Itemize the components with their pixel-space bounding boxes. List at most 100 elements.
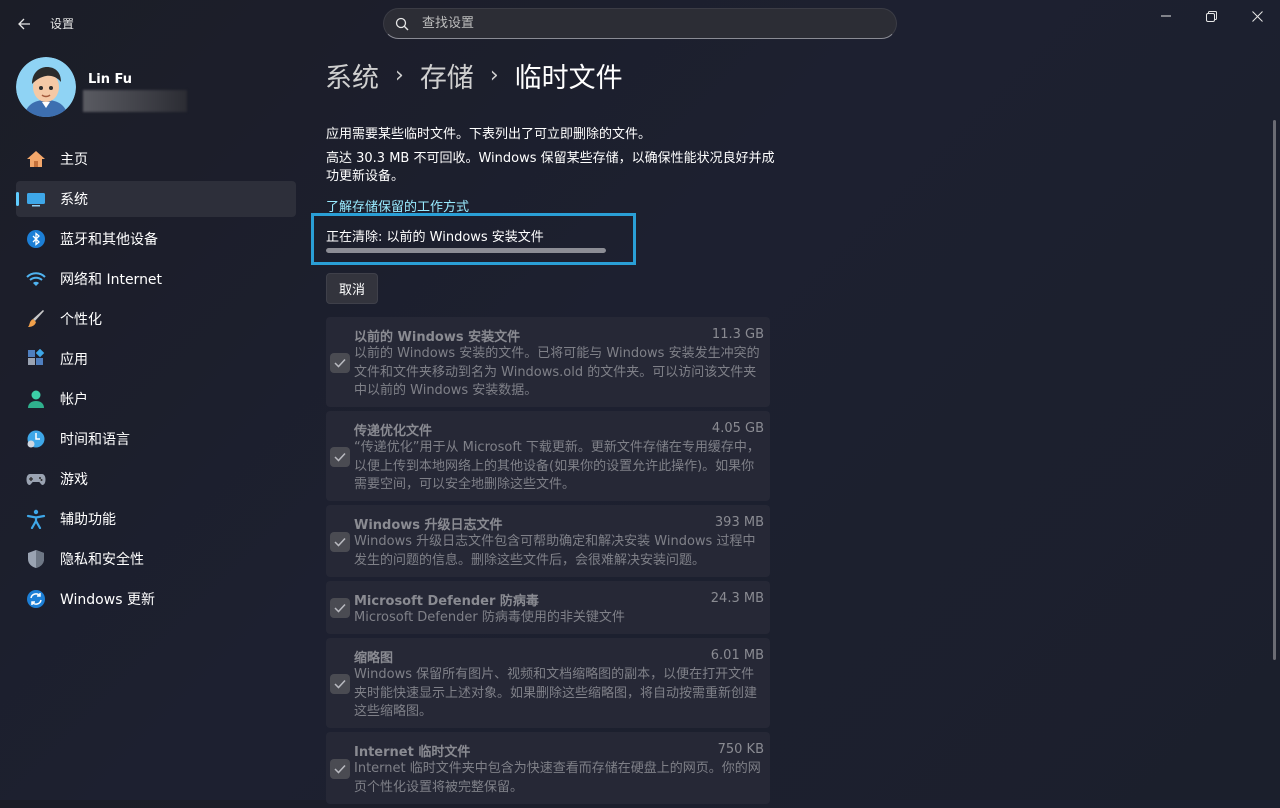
shield-icon <box>25 548 47 570</box>
search-input[interactable] <box>420 15 896 32</box>
wifi-icon <box>25 268 47 290</box>
restore-button[interactable] <box>1188 0 1234 32</box>
cleanup-progress-fill <box>326 248 606 253</box>
sidebar-item-label: 主页 <box>60 152 88 168</box>
sidebar-item-system[interactable]: 系统 <box>16 181 296 217</box>
sidebar-item-label: 时间和语言 <box>60 432 130 448</box>
file-item-defender-antivirus[interactable]: Microsoft Defender 防病毒 24.3 MB Microsoft… <box>326 581 770 634</box>
sidebar-item-label: 隐私和安全性 <box>60 552 144 568</box>
sidebar-nav: 主页 系统 蓝牙和其他设备 网络和 Internet 个性化 应用 帐户 时间和… <box>16 141 296 621</box>
checkbox[interactable] <box>330 447 350 467</box>
close-button[interactable] <box>1234 0 1280 32</box>
brush-icon <box>25 308 47 330</box>
gaming-icon <box>25 468 47 490</box>
scrollbar[interactable] <box>1273 120 1276 660</box>
checkbox[interactable] <box>330 598 350 618</box>
checkmark-icon <box>334 679 346 689</box>
sidebar-item-label: 个性化 <box>60 312 102 328</box>
file-item-thumbnails[interactable]: 缩略图 6.01 MB Windows 保留所有图片、视频和文档缩略图的副本，以… <box>326 638 770 728</box>
file-item-description: Microsoft Defender 防病毒使用的非关键文件 <box>354 610 625 625</box>
checkbox[interactable] <box>330 532 350 552</box>
sidebar-item-accessibility[interactable]: 辅助功能 <box>16 501 296 537</box>
sidebar-item-label: 辅助功能 <box>60 512 116 528</box>
file-item-description: Windows 保留所有图片、视频和文档缩略图的副本，以便在打开文件夹时能快速显… <box>354 667 758 719</box>
file-item-size: 393 MB <box>714 515 764 530</box>
sidebar-item-gaming[interactable]: 游戏 <box>16 461 296 497</box>
sidebar-item-label: 蓝牙和其他设备 <box>60 232 158 248</box>
checkmark-icon <box>334 603 346 613</box>
back-button[interactable] <box>10 10 38 38</box>
checkmark-icon <box>334 452 346 462</box>
avatar[interactable] <box>16 57 76 117</box>
file-item-description: “传递优化”用于从 Microsoft 下载更新。更新文件存储在专用缓存中，以便… <box>354 440 760 492</box>
user-name: Lin Fu <box>88 72 133 87</box>
checkmark-icon <box>334 764 346 774</box>
sidebar-item-accounts[interactable]: 帐户 <box>16 381 296 417</box>
home-icon <box>25 148 47 170</box>
checkmark-icon <box>334 537 346 547</box>
app-title: 设置 <box>50 17 75 31</box>
search-icon <box>384 17 420 31</box>
checkmark-icon <box>334 358 346 368</box>
close-icon <box>1251 10 1263 22</box>
file-item-upgrade-logs[interactable]: Windows 升级日志文件 393 MB Windows 升级日志文件包含可帮… <box>326 505 770 577</box>
page-title: 临时文件 <box>514 63 623 94</box>
file-item-size: 24.3 MB <box>710 591 764 606</box>
back-arrow-icon <box>18 18 30 30</box>
sidebar-item-bluetooth[interactable]: 蓝牙和其他设备 <box>16 221 296 257</box>
sidebar-item-home[interactable]: 主页 <box>16 141 296 177</box>
file-item-name: Microsoft Defender 防病毒 <box>354 594 539 609</box>
reserved-storage-text: 高达 30.3 MB 不可回收。Windows 保留某些存储，以确保性能状况良好… <box>326 151 775 184</box>
checkbox[interactable] <box>330 353 350 373</box>
minimize-button[interactable] <box>1143 0 1189 32</box>
accessibility-icon <box>25 508 47 530</box>
file-item-description: Windows 升级日志文件包含可帮助确定和解决安装 Windows 过程中发生… <box>354 534 756 568</box>
file-item-name: 以前的 Windows 安装文件 <box>354 330 521 345</box>
breadcrumb-system[interactable]: 系统 <box>325 56 379 95</box>
file-item-name: Windows 升级日志文件 <box>354 518 503 533</box>
cancel-button[interactable]: 取消 <box>326 273 378 304</box>
checkbox[interactable] <box>330 759 350 779</box>
sidebar-item-windows-update[interactable]: Windows 更新 <box>16 581 296 617</box>
system-icon <box>25 188 47 210</box>
breadcrumb: 系统 › 存储 › 临时文件 <box>325 56 623 95</box>
sidebar-item-label: 网络和 Internet <box>60 272 163 288</box>
sidebar-item-personalization[interactable]: 个性化 <box>16 301 296 337</box>
file-item-size: 6.01 MB <box>710 648 764 663</box>
file-item-description: Internet 临时文件夹中包含为快速查看而存储在硬盘上的网页。你的网页个性化… <box>354 761 761 795</box>
intro-text: 应用需要某些临时文件。下表列出了可立即删除的文件。 <box>326 127 652 142</box>
file-item-size: 750 KB <box>717 742 764 757</box>
sidebar-item-label: 帐户 <box>60 392 88 408</box>
cleanup-status-text: 正在清除: 以前的 Windows 安装文件 <box>326 230 544 245</box>
minimize-icon <box>1161 15 1171 17</box>
account-icon <box>25 388 47 410</box>
time-language-icon <box>25 428 47 450</box>
sidebar-item-label: 系统 <box>60 192 88 208</box>
apps-icon <box>25 348 47 370</box>
file-item-internet-temp-files[interactable]: Internet 临时文件 750 KB Internet 临时文件夹中包含为快… <box>326 732 770 804</box>
file-item-name: Internet 临时文件 <box>354 745 471 760</box>
sidebar-item-apps[interactable]: 应用 <box>16 341 296 377</box>
update-icon <box>25 588 47 610</box>
file-item-name: 缩略图 <box>354 651 394 666</box>
search-box[interactable] <box>383 8 897 39</box>
file-item-description: 以前的 Windows 安装的文件。已将可能与 Windows 安装发生冲突的文… <box>354 346 760 398</box>
breadcrumb-separator: › <box>395 63 404 88</box>
sidebar-item-privacy[interactable]: 隐私和安全性 <box>16 541 296 577</box>
cleanup-progress-bar <box>326 248 606 253</box>
breadcrumb-storage[interactable]: 存储 <box>420 56 474 95</box>
sidebar-item-label: 应用 <box>60 352 88 368</box>
user-email-redacted <box>83 90 187 112</box>
file-item-size: 4.05 GB <box>711 421 764 436</box>
sidebar-item-label: 游戏 <box>60 472 88 488</box>
file-item-delivery-optimization[interactable]: 传递优化文件 4.05 GB “传递优化”用于从 Microsoft 下载更新。… <box>326 411 770 501</box>
checkbox[interactable] <box>330 674 350 694</box>
file-item-previous-windows-installation[interactable]: 以前的 Windows 安装文件 11.3 GB 以前的 Windows 安装的… <box>326 317 770 407</box>
breadcrumb-separator: › <box>489 63 499 88</box>
temp-file-list: 以前的 Windows 安装文件 11.3 GB 以前的 Windows 安装的… <box>326 317 770 808</box>
sidebar-item-network[interactable]: 网络和 Internet <box>16 261 296 297</box>
bluetooth-icon <box>25 228 47 250</box>
file-item-size: 11.3 GB <box>711 327 764 342</box>
sidebar-item-time-language[interactable]: 时间和语言 <box>16 421 296 457</box>
sidebar-item-label: Windows 更新 <box>60 592 155 608</box>
